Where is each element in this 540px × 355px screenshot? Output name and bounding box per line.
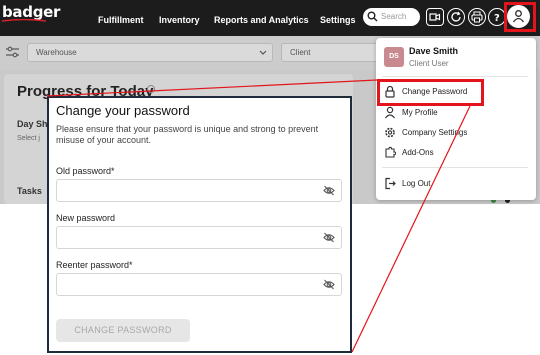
client-placeholder: Client [290,48,311,57]
search-icon [367,11,378,22]
change-password-button[interactable]: CHANGE PASSWORD [56,319,190,342]
highlight-user-button [504,2,536,32]
nav-fulfillment[interactable]: Fulfillment [98,15,144,25]
menu-item-my-profile[interactable]: My Profile [384,106,524,120]
select-hint: Select j [17,135,40,142]
reenter-password-label: Reenter password* [56,260,133,270]
refresh-icon[interactable] [447,8,465,26]
gear-icon [385,127,395,138]
new-password-input[interactable] [57,227,312,248]
user-icon [385,106,395,119]
menu-item-add-ons[interactable]: Add-Ons [384,146,524,160]
nav-settings[interactable]: Settings [320,15,356,25]
search-input[interactable]: Search [363,8,420,26]
user-role: Client User [409,59,449,68]
filter-icon[interactable] [6,46,19,58]
eye-off-icon[interactable] [323,185,335,196]
info-icon [147,85,155,93]
top-navbar: badger Fulfillment Inventory Reports and… [0,0,540,36]
old-password-input[interactable] [57,180,312,201]
new-password-label: New password [56,213,116,223]
old-password-label: Old password* [56,166,115,176]
divider [382,167,528,168]
menu-item-label: My Profile [402,108,438,117]
chevron-down-icon [259,50,267,55]
reenter-password-field [56,273,342,296]
nav-reports-and-analytics[interactable]: Reports and Analytics [214,15,309,25]
user-name: Dave Smith [409,46,459,56]
change-password-modal: Change your password Please ensure that … [47,96,352,353]
day-shift-label: Day Sh [17,119,48,129]
menu-item-company-settings[interactable]: Company Settings [384,126,524,140]
menu-item-log-out[interactable]: Log Out [384,177,524,191]
eye-off-icon[interactable] [323,279,335,290]
reenter-password-input[interactable] [57,274,312,295]
menu-item-label: Log Out [402,179,431,188]
menu-item-label: Company Settings [402,128,468,137]
puzzle-icon [385,146,396,158]
brand-logo[interactable]: badger [2,3,60,31]
tasks-label: Tasks [17,186,42,196]
user-menu-dropdown: DS Dave Smith Client User Change Passwor… [376,38,536,200]
printer-icon[interactable] [468,8,486,26]
modal-title: Change your password [56,103,190,118]
eye-off-icon[interactable] [323,232,335,243]
client-select[interactable]: Client [281,43,377,62]
video-icon[interactable] [426,8,444,26]
logo-swoosh-icon [2,19,46,22]
warehouse-select[interactable]: Warehouse [27,43,273,62]
new-password-field [56,226,342,249]
menu-item-label: Add-Ons [402,148,434,157]
avatar: DS [384,47,404,67]
highlight-change-password [377,79,484,106]
logout-icon [385,177,396,190]
modal-description: Please ensure that your password is uniq… [56,124,319,145]
divider [382,76,528,77]
search-placeholder: Search [381,12,407,21]
warehouse-placeholder: Warehouse [36,48,77,57]
nav-inventory[interactable]: Inventory [159,15,200,25]
svg-text:?: ? [494,13,500,23]
old-password-field [56,179,342,202]
